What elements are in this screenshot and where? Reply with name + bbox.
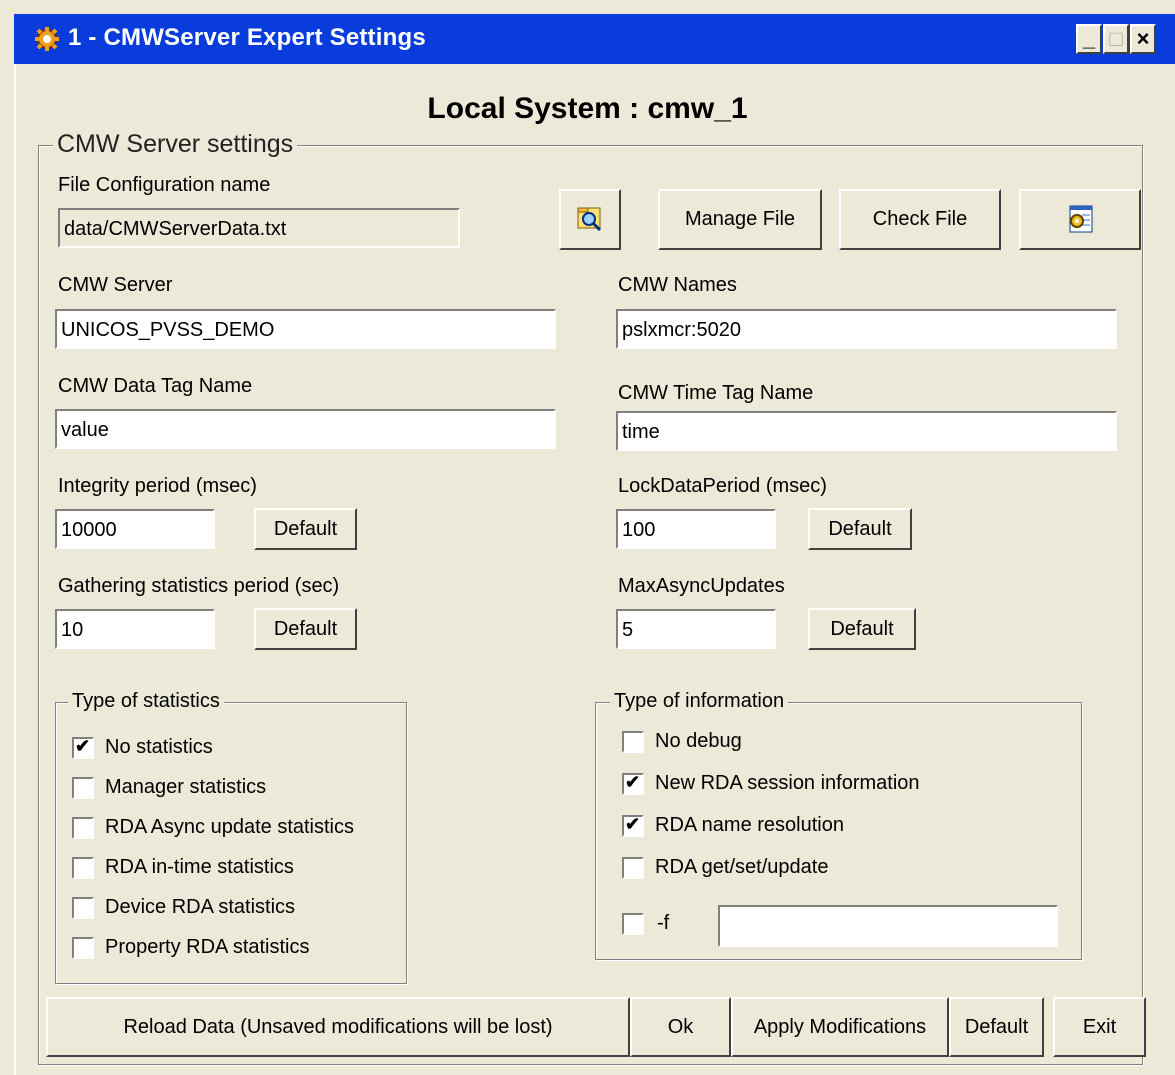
check-file-button[interactable]: Check File xyxy=(839,189,1001,250)
config-button[interactable] xyxy=(1019,189,1141,250)
data-tag-label: CMW Data Tag Name xyxy=(58,375,253,397)
gathering-field[interactable]: 10 xyxy=(55,609,215,649)
folder-search-icon xyxy=(577,207,602,232)
minimize-button[interactable]: _ xyxy=(1076,24,1102,54)
statistics-legend: Type of statistics xyxy=(68,690,224,713)
data-tag-field[interactable]: value xyxy=(55,409,556,449)
ok-button[interactable]: Ok xyxy=(630,997,731,1057)
statistics-option-label[interactable]: RDA in-time statistics xyxy=(105,856,294,879)
statistics-checkbox[interactable] xyxy=(72,937,94,959)
cmw-server-field[interactable]: UNICOS_PVSS_DEMO xyxy=(55,309,556,349)
time-tag-label: CMW Time Tag Name xyxy=(618,382,814,404)
local-system-title: Local System : cmw_1 xyxy=(427,92,748,125)
time-tag-field[interactable]: time xyxy=(616,411,1117,451)
close-icon: × xyxy=(1136,26,1150,51)
statistics-option-label[interactable]: No statistics xyxy=(105,736,213,759)
information-checkbox[interactable] xyxy=(622,772,644,795)
cmw-names-label: CMW Names xyxy=(618,274,737,296)
statistics-option-label[interactable]: Device RDA statistics xyxy=(105,896,295,919)
statistics-option-label[interactable]: RDA Async update statistics xyxy=(105,816,354,839)
settings-window-icon xyxy=(1069,205,1093,233)
cmw-names-field[interactable]: pslxmcr:5020 xyxy=(616,309,1117,349)
minimize-icon: _ xyxy=(1082,26,1096,51)
maximize-button[interactable]: □ xyxy=(1103,24,1129,54)
integrity-field[interactable]: 10000 xyxy=(55,509,215,549)
information-option-label[interactable]: New RDA session information xyxy=(655,772,920,795)
gear-icon xyxy=(35,27,59,51)
statistics-checkbox[interactable] xyxy=(72,857,94,879)
maxasync-default-button[interactable]: Default xyxy=(808,608,916,650)
manage-file-button[interactable]: Manage File xyxy=(658,189,822,250)
cmw-server-label: CMW Server xyxy=(58,274,173,296)
title-bar[interactable]: 1 - CMWServer Expert Settings _ □ × xyxy=(14,14,1175,64)
maxasync-label: MaxAsyncUpdates xyxy=(618,575,785,597)
close-button[interactable]: × xyxy=(1130,24,1156,54)
information-checkbox[interactable] xyxy=(622,731,644,753)
footer-default-button[interactable]: Default xyxy=(949,997,1044,1057)
lockdata-field[interactable]: 100 xyxy=(616,509,776,549)
server-settings-legend: CMW Server settings xyxy=(53,130,298,159)
statistics-option-label[interactable]: Manager statistics xyxy=(105,776,266,799)
information-checkbox[interactable] xyxy=(622,814,644,837)
apply-modifications-button[interactable]: Apply Modifications xyxy=(731,997,949,1057)
information-option-label[interactable]: RDA name resolution xyxy=(655,814,844,837)
exit-button[interactable]: Exit xyxy=(1053,997,1146,1057)
gathering-default-button[interactable]: Default xyxy=(254,608,357,650)
window-title: 1 - CMWServer Expert Settings xyxy=(68,24,426,51)
file-config-label: File Configuration name xyxy=(58,174,271,196)
lockdata-label: LockDataPeriod (msec) xyxy=(618,475,827,497)
maximize-icon: □ xyxy=(1109,26,1123,51)
statistics-option-label[interactable]: Property RDA statistics xyxy=(105,936,310,959)
information-option-label[interactable]: No debug xyxy=(655,730,742,753)
statistics-checkbox[interactable] xyxy=(72,897,94,919)
integrity-label: Integrity period (msec) xyxy=(58,475,257,497)
statistics-checkbox[interactable] xyxy=(72,817,94,839)
statistics-checkbox[interactable] xyxy=(72,777,94,799)
information-checkbox[interactable] xyxy=(622,857,644,879)
information-legend: Type of information xyxy=(610,690,789,713)
lockdata-default-button[interactable]: Default xyxy=(808,508,912,550)
maxasync-field[interactable]: 5 xyxy=(616,609,776,649)
reload-data-button[interactable]: Reload Data (Unsaved modifications will … xyxy=(46,997,630,1057)
information-option-label[interactable]: -f xyxy=(657,912,669,935)
browse-button[interactable] xyxy=(559,189,621,250)
information-checkbox[interactable] xyxy=(622,913,644,935)
statistics-checkbox[interactable] xyxy=(72,736,94,759)
file-config-field[interactable]: data/CMWServerData.txt xyxy=(58,208,460,248)
f-option-field[interactable] xyxy=(718,905,1058,947)
integrity-default-button[interactable]: Default xyxy=(254,508,357,550)
information-option-label[interactable]: RDA get/set/update xyxy=(655,856,828,879)
gathering-label: Gathering statistics period (sec) xyxy=(58,575,340,597)
